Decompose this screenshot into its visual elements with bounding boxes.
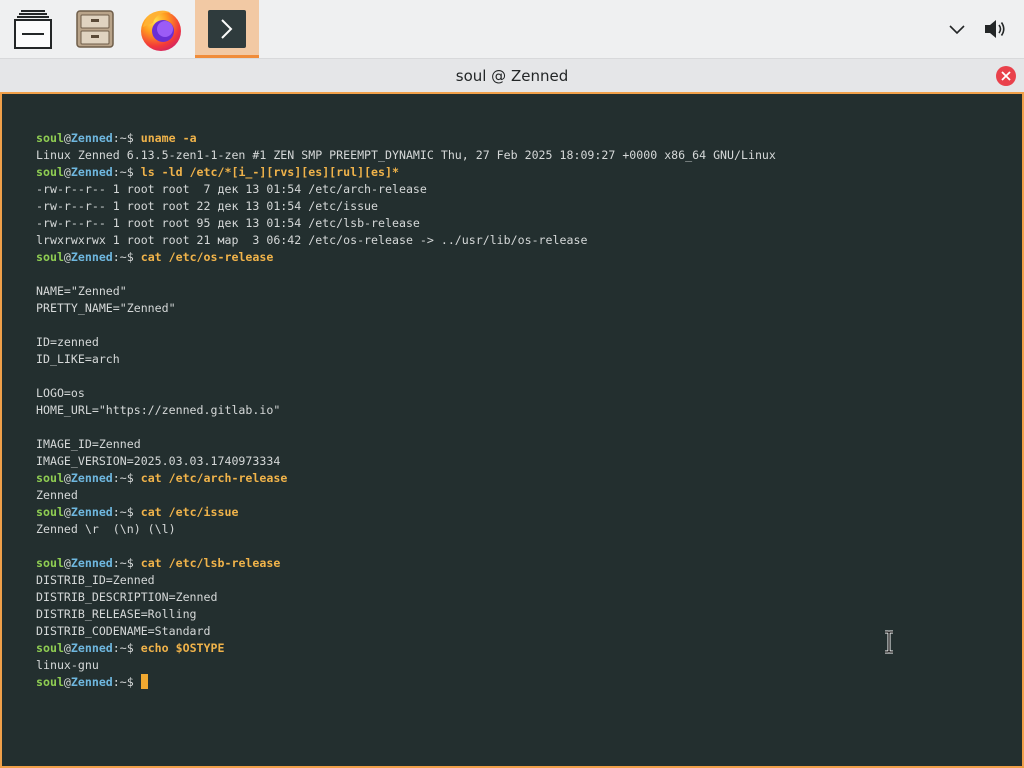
prompt-line: soul@Zenned:~$ cat /etc/issue — [36, 504, 776, 521]
prompt-user: soul — [36, 556, 64, 570]
output-line: HOME_URL="https://zenned.gitlab.io" — [36, 403, 281, 417]
prompt-line: soul@Zenned:~$ cat /etc/os-release — [36, 249, 776, 266]
text-cursor-ibeam-icon — [885, 630, 893, 654]
prompt-at: @ — [63, 556, 71, 570]
volume-button[interactable] — [980, 0, 1010, 58]
prompt-at: @ — [63, 165, 71, 179]
output-line: DISTRIB_ID=Zenned — [36, 573, 155, 587]
prompt-suffix: :~$ — [112, 250, 141, 264]
command-text: ls -ld /etc/*[i_-][rvs][es][rul][es]* — [140, 165, 399, 179]
prompt-host: Zenned — [70, 131, 113, 145]
prompt-line: soul@Zenned:~$ — [36, 674, 776, 691]
terminal-launcher[interactable] — [195, 0, 259, 58]
output-line: IMAGE_VERSION=2025.03.03.1740973334 — [36, 454, 281, 468]
prompt-user: soul — [36, 505, 64, 519]
prompt-at: @ — [63, 675, 71, 689]
expand-tray-button[interactable] — [944, 0, 970, 58]
prompt-host: Zenned — [70, 675, 113, 689]
prompt-suffix: :~$ — [112, 505, 141, 519]
window-titlebar[interactable]: soul @ Zenned — [0, 58, 1024, 94]
prompt-at: @ — [63, 641, 71, 655]
output-line: DISTRIB_RELEASE=Rolling — [36, 607, 197, 621]
output-line: LOGO=os — [36, 386, 85, 400]
close-button[interactable] — [996, 66, 1016, 86]
show-desktop-launcher[interactable] — [1, 0, 65, 58]
prompt-suffix: :~$ — [112, 675, 141, 689]
output-line: DISTRIB_DESCRIPTION=Zenned — [36, 590, 218, 604]
prompt-line: soul@Zenned:~$ ls -ld /etc/*[i_-][rvs][e… — [36, 164, 776, 181]
output-line: Linux Zenned 6.13.5-zen1-1-zen #1 ZEN SM… — [36, 148, 776, 162]
output-line: lrwxrwxrwx 1 root root 21 мар 3 06:42 /e… — [36, 233, 588, 247]
firefox-launcher[interactable] — [129, 0, 193, 58]
speaker-icon — [985, 20, 1005, 38]
prompt-host: Zenned — [70, 505, 113, 519]
command-text: cat /etc/os-release — [140, 250, 274, 264]
prompt-line: soul@Zenned:~$ echo $OSTYPE — [36, 640, 776, 657]
terminal-cursor — [140, 674, 148, 689]
output-line: -rw-r--r-- 1 root root 7 дек 13 01:54 /e… — [36, 182, 427, 196]
prompt-at: @ — [63, 250, 71, 264]
prompt-suffix: :~$ — [112, 641, 141, 655]
output-line: DISTRIB_CODENAME=Standard — [36, 624, 211, 638]
file-manager-launcher[interactable] — [63, 0, 127, 58]
prompt-host: Zenned — [70, 556, 113, 570]
terminal-view[interactable]: soul@Zenned:~$ uname -a Linux Zenned 6.13… — [0, 94, 1024, 768]
output-line: PRETTY_NAME="Zenned" — [36, 301, 176, 315]
prompt-suffix: :~$ — [112, 471, 141, 485]
output-line: Zenned \r (\n) (\l) — [36, 522, 176, 536]
command-text: cat /etc/arch-release — [140, 471, 288, 485]
file-cabinet-icon — [76, 10, 114, 48]
output-line: NAME="Zenned" — [36, 284, 127, 298]
output-line: IMAGE_ID=Zenned — [36, 437, 141, 451]
prompt-host: Zenned — [70, 165, 113, 179]
stack-windows-icon — [14, 10, 52, 49]
prompt-user: soul — [36, 250, 64, 264]
chevron-down-icon — [949, 25, 965, 35]
firefox-icon — [141, 10, 181, 51]
output-line: ID_LIKE=arch — [36, 352, 120, 366]
prompt-host: Zenned — [70, 471, 113, 485]
prompt-suffix: :~$ — [112, 556, 141, 570]
prompt-user: soul — [36, 675, 64, 689]
command-text: echo $OSTYPE — [140, 641, 225, 655]
output-line: linux-gnu — [36, 658, 99, 672]
close-icon — [1001, 71, 1011, 81]
output-line: -rw-r--r-- 1 root root 95 дек 13 01:54 /… — [36, 216, 420, 230]
terminal-output: soul@Zenned:~$ uname -a Linux Zenned 6.13… — [36, 130, 776, 691]
prompt-suffix: :~$ — [112, 165, 141, 179]
taskbar — [0, 0, 1024, 58]
prompt-user: soul — [36, 131, 64, 145]
prompt-line: soul@Zenned:~$ cat /etc/lsb-release — [36, 555, 776, 572]
prompt-line: soul@Zenned:~$ cat /etc/arch-release — [36, 470, 776, 487]
prompt-at: @ — [63, 505, 71, 519]
command-text: cat /etc/lsb-release — [140, 556, 281, 570]
output-line: Zenned — [36, 488, 78, 502]
command-text: uname -a — [140, 131, 197, 145]
prompt-host: Zenned — [70, 250, 113, 264]
prompt-user: soul — [36, 165, 64, 179]
prompt-user: soul — [36, 641, 64, 655]
command-text: cat /etc/issue — [140, 505, 239, 519]
prompt-suffix: :~$ — [112, 131, 141, 145]
prompt-at: @ — [63, 471, 71, 485]
output-line: ID=zenned — [36, 335, 99, 349]
output-line: -rw-r--r-- 1 root root 22 дек 13 01:54 /… — [36, 199, 379, 213]
window-title: soul @ Zenned — [455, 67, 569, 85]
terminal-prompt-icon — [208, 10, 246, 48]
prompt-at: @ — [63, 131, 71, 145]
prompt-user: soul — [36, 471, 64, 485]
prompt-host: Zenned — [70, 641, 113, 655]
prompt-line: soul@Zenned:~$ uname -a — [36, 130, 776, 147]
